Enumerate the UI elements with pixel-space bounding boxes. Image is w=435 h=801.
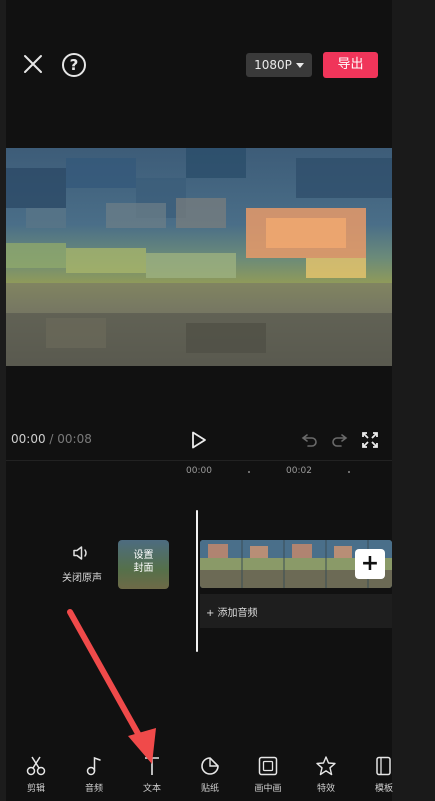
video-preview[interactable] — [6, 148, 392, 366]
tool-effects[interactable]: 特效 — [306, 755, 346, 794]
ruler-tick: 00:00 — [186, 466, 212, 476]
export-button[interactable]: 导出 — [323, 52, 378, 78]
tool-sticker[interactable]: 贴纸 — [190, 755, 230, 794]
template-icon — [376, 756, 391, 776]
set-cover-label: 设置 封面 — [118, 549, 169, 575]
annotation-arrow — [67, 609, 156, 764]
set-cover-line1: 设置 — [133, 550, 154, 561]
scissors-icon — [26, 756, 46, 776]
tool-label: 贴纸 — [200, 784, 219, 794]
sticker-icon — [201, 757, 219, 775]
total-time: 00:08 — [57, 432, 92, 446]
help-icon[interactable]: ? — [62, 53, 86, 77]
effects-star-icon — [316, 756, 336, 776]
caret-down-icon — [295, 63, 304, 68]
tool-label: 特效 — [316, 784, 335, 794]
fullscreen-icon[interactable] — [361, 431, 379, 449]
resolution-label: 1080P — [254, 58, 292, 72]
close-icon[interactable] — [22, 53, 44, 75]
tool-label: 剪辑 — [26, 784, 45, 794]
tool-label: 文本 — [142, 784, 161, 794]
ruler-dot — [248, 471, 250, 473]
left-edge — [0, 0, 6, 801]
tool-template[interactable]: 模板 — [364, 755, 404, 794]
ruler-tick: 00:02 — [286, 466, 312, 476]
tool-edit[interactable]: 剪辑 — [16, 755, 56, 794]
tool-picture-in-picture[interactable]: 画中画 — [248, 755, 288, 794]
add-audio-track[interactable]: + 添加音频 — [200, 594, 392, 628]
speaker-mute-icon[interactable] — [72, 545, 92, 561]
resolution-dropdown[interactable]: 1080P — [246, 53, 312, 77]
tool-label: 音频 — [84, 784, 103, 794]
tool-label: 模板 — [374, 784, 393, 794]
right-edge — [392, 0, 435, 801]
mute-original-sound-label[interactable]: 关闭原声 — [60, 569, 104, 584]
picture-in-picture-icon — [258, 756, 278, 776]
add-audio-label: + 添加音频 — [206, 608, 258, 619]
playhead[interactable] — [196, 510, 198, 652]
redo-icon[interactable] — [330, 432, 348, 448]
time-separator: / — [45, 432, 58, 446]
undo-icon[interactable] — [301, 432, 319, 448]
preview-frame — [6, 148, 392, 366]
tool-label: 画中画 — [254, 784, 282, 794]
divider — [6, 460, 392, 461]
add-clip-button[interactable]: + — [355, 549, 385, 579]
ruler-dot — [348, 471, 350, 473]
set-cover-line2: 封面 — [133, 563, 154, 574]
set-cover-button[interactable]: 设置 封面 — [118, 540, 169, 589]
current-time: 00:00 — [11, 432, 46, 446]
time-display: 00:00 / 00:08 — [11, 432, 92, 446]
play-icon[interactable] — [191, 431, 207, 449]
